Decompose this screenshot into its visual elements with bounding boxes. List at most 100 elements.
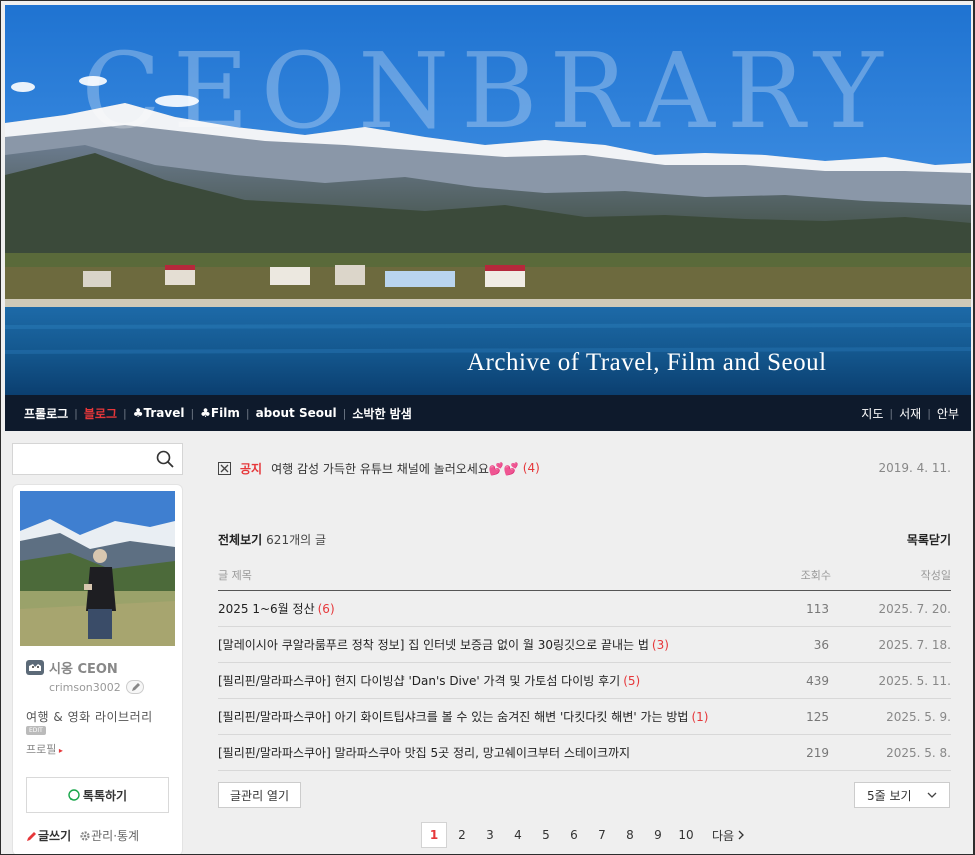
- post-title[interactable]: [말레이시아 쿠알라룸푸르 정착 정보] 집 인터넷 보증금 없이 월 30링깃…: [218, 636, 761, 653]
- comment-count[interactable]: (3): [652, 638, 669, 652]
- comment-count[interactable]: (1): [691, 710, 708, 724]
- profile-name: 시옹 CEON: [49, 661, 118, 677]
- close-list-button[interactable]: 목록닫기: [907, 531, 951, 548]
- nav-item-blog[interactable]: 블로그: [84, 405, 117, 422]
- profile-bottom-links: 글쓰기 관리·통계: [26, 827, 139, 844]
- nav-item-prologue[interactable]: 프롤로그: [24, 405, 68, 422]
- nav-right-menu: 지도 | 서재 | 안부: [861, 405, 971, 422]
- manage-stats-link[interactable]: 관리·통계: [79, 827, 139, 844]
- comment-count[interactable]: (6): [318, 602, 335, 616]
- rows-per-page-select[interactable]: 5줄 보기: [854, 782, 950, 808]
- chevron-down-icon: [927, 792, 937, 798]
- manage-stats-label: 관리·통계: [91, 829, 140, 843]
- chevron-right-icon: [738, 830, 745, 840]
- post-title[interactable]: [필리핀/말라파스쿠아] 말라파스쿠아 맛집 5곳 정리, 망고쉐이크부터 스테…: [218, 744, 761, 761]
- page-link[interactable]: 7: [588, 828, 616, 842]
- rows-per-page-value: 5줄 보기: [867, 788, 912, 803]
- blog-banner[interactable]: CEONBRARY Archive of Travel, Film and Se…: [5, 5, 971, 395]
- comment-count[interactable]: (5): [623, 674, 640, 688]
- manage-posts-button[interactable]: 글관리 열기: [218, 782, 301, 808]
- profile-description: 여행 & 영화 라이브러리: [26, 710, 153, 724]
- post-date: 2025. 7. 20.: [878, 601, 951, 616]
- arrow-icon: ▸: [56, 746, 63, 755]
- nav-item-library[interactable]: 서재: [899, 405, 921, 422]
- edit-profile-button[interactable]: [125, 680, 144, 694]
- table-row[interactable]: [필리핀/말라파스쿠아] 현지 다이빙샵 'Dan's Dive' 가격 및 가…: [218, 663, 951, 699]
- page-link[interactable]: 9: [644, 828, 672, 842]
- search-input[interactable]: [13, 444, 149, 474]
- post-views: 36: [813, 637, 829, 652]
- next-page-link[interactable]: 다음: [712, 827, 745, 844]
- page-link[interactable]: 2: [448, 828, 476, 842]
- page-frame: CEONBRARY Archive of Travel, Film and Se…: [0, 0, 975, 855]
- notice-title[interactable]: 여행 감성 가득한 유튜브 채널에 놀러오세요💕💕: [271, 460, 519, 477]
- nav-divider: |: [927, 406, 931, 420]
- table-row[interactable]: 2025 1~6월 정산 (6) 113 2025. 7. 20.: [218, 591, 951, 627]
- notice-date: 2019. 4. 11.: [878, 461, 951, 475]
- nav-divider: |: [123, 406, 127, 420]
- next-page-label: 다음: [712, 828, 735, 843]
- table-row[interactable]: [필리핀/말라파스쿠아] 말라파스쿠아 맛집 5곳 정리, 망고쉐이크부터 스테…: [218, 735, 951, 771]
- notice-comment-count[interactable]: (4): [523, 461, 540, 475]
- notice-bar: 공지 여행 감성 가득한 유튜브 채널에 놀러오세요💕💕 (4) 2019. 4…: [218, 458, 951, 478]
- nav-divider: |: [245, 406, 250, 420]
- page-link-current[interactable]: 1: [421, 822, 447, 848]
- post-views: 125: [806, 709, 829, 724]
- profile-link[interactable]: 프로필 ▸: [26, 741, 63, 757]
- search-box: [12, 443, 183, 475]
- edit-badge[interactable]: EDIT: [26, 726, 46, 735]
- nav-divider: |: [190, 406, 195, 420]
- profile-link-label: 프로필: [26, 743, 57, 756]
- post-table-header: 글 제목 조회수 작성일: [218, 567, 951, 591]
- avatar-icon: [26, 660, 44, 675]
- page-link[interactable]: 3: [476, 828, 504, 842]
- page-link[interactable]: 5: [532, 828, 560, 842]
- nav-divider: |: [889, 406, 894, 420]
- column-title: 글 제목: [218, 569, 252, 582]
- nav-item-guestbook[interactable]: 안부: [937, 405, 959, 422]
- nav-divider: |: [342, 406, 347, 420]
- profile-name-row: 시옹 CEON: [25, 657, 118, 677]
- profile-photo[interactable]: [20, 491, 175, 646]
- page-link[interactable]: 8: [616, 828, 644, 842]
- nav-item-map[interactable]: 지도: [861, 405, 883, 422]
- page-link[interactable]: 10: [672, 828, 700, 842]
- post-title[interactable]: [필리핀/말라파스쿠아] 현지 다이빙샵 'Dan's Dive' 가격 및 가…: [218, 672, 761, 689]
- profile-photo-image: [20, 491, 175, 646]
- pencil-icon: [131, 683, 140, 691]
- post-count: 621개의 글: [266, 533, 327, 547]
- pagination: 1 2 3 4 5 6 7 8 9 10 다음: [421, 822, 745, 848]
- page-link[interactable]: 4: [504, 828, 532, 842]
- page-link[interactable]: 6: [560, 828, 588, 842]
- nav-left-menu: 프롤로그 | 블로그 | ♣Travel | ♣Film | about Seo…: [5, 405, 412, 422]
- top-navigation: 프롤로그 | 블로그 | ♣Travel | ♣Film | about Seo…: [5, 395, 971, 431]
- post-date: 2025. 5. 9.: [886, 709, 951, 724]
- close-icon[interactable]: [218, 461, 231, 475]
- table-row[interactable]: [말레이시아 쿠알라룸푸르 정착 정보] 집 인터넷 보증금 없이 월 30링깃…: [218, 627, 951, 663]
- post-views: 113: [806, 601, 829, 616]
- talk-button-label: 톡톡하기: [82, 788, 128, 803]
- post-date: 2025. 7. 18.: [878, 637, 951, 652]
- nav-item-late-night[interactable]: 소박한 밤샘: [352, 405, 411, 422]
- nav-item-travel[interactable]: ♣Travel: [133, 406, 185, 420]
- table-row[interactable]: [필리핀/말라파스쿠아] 아기 화이트팁샤크를 볼 수 있는 숨겨진 해변 '다…: [218, 699, 951, 735]
- post-date: 2025. 5. 11.: [878, 673, 951, 688]
- banner-title: CEONBRARY: [81, 30, 895, 152]
- talk-button[interactable]: 톡톡하기: [26, 777, 169, 813]
- write-post-link[interactable]: 글쓰기: [26, 827, 71, 844]
- nav-divider: |: [74, 406, 78, 420]
- pencil-icon: [27, 831, 36, 841]
- column-date: 작성일: [920, 569, 951, 582]
- post-title[interactable]: [필리핀/말라파스쿠아] 아기 화이트팁샤크를 볼 수 있는 숨겨진 해변 '다…: [218, 708, 761, 725]
- post-date: 2025. 5. 8.: [886, 745, 951, 760]
- write-post-label: 글쓰기: [38, 829, 72, 843]
- gear-icon: [80, 830, 90, 841]
- nav-item-about-seoul[interactable]: about Seoul: [256, 406, 337, 420]
- search-icon[interactable]: [156, 450, 174, 468]
- banner-subtitle: Archive of Travel, Film and Seoul: [467, 349, 827, 376]
- post-list-title: 전체보기: [218, 533, 263, 547]
- profile-card: 시옹 CEON crimson3002 여행 & 영화 라이브러리 EDIT 프…: [12, 484, 183, 854]
- post-title[interactable]: 2025 1~6월 정산 (6): [218, 600, 761, 617]
- post-views: 439: [806, 673, 829, 688]
- nav-item-film[interactable]: ♣Film: [200, 406, 240, 420]
